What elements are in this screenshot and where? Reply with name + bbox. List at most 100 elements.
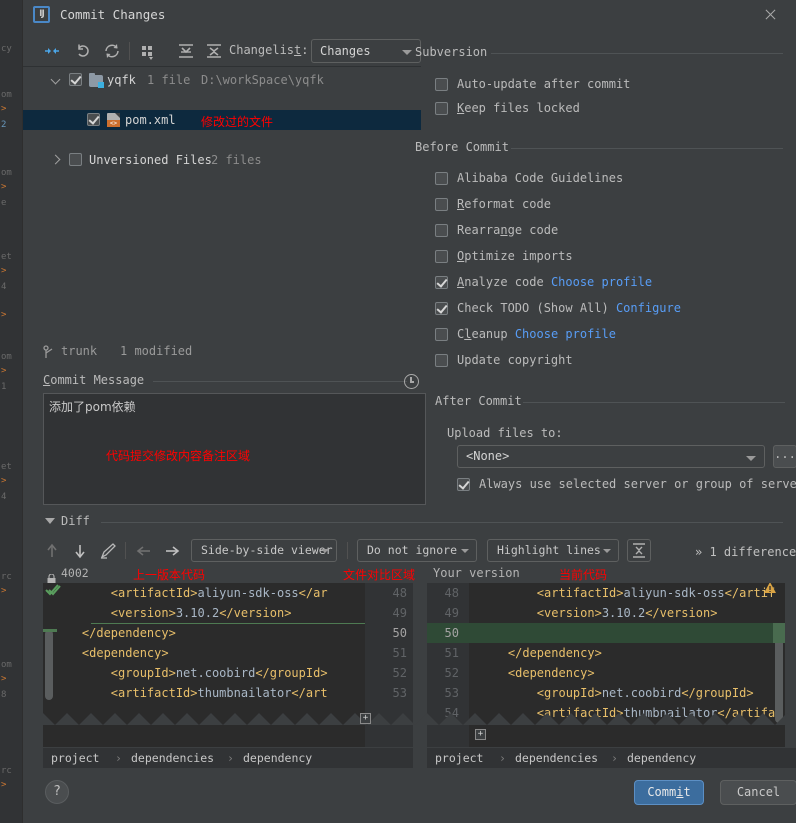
bg-code-fragment: > [1,780,7,790]
diff-collapse-triangle-icon[interactable] [45,518,55,524]
difference-chevron-icon: » [695,545,703,559]
code-line: </dependency> [53,626,176,640]
difference-count[interactable]: » 1 difference [695,545,796,559]
whitespace-mode-dropdown[interactable]: Do not ignore [357,539,477,562]
prev-difference-icon[interactable] [41,540,63,562]
breadcrumb-item[interactable]: dependencies [515,751,598,765]
breadcrumb-left[interactable]: project › dependencies › dependency [43,748,413,768]
chevron-right-icon[interactable] [50,154,62,166]
commit-message-history-icon[interactable] [404,374,419,389]
breadcrumb-item[interactable]: dependency [243,751,312,765]
right-pane-title: Your version [433,566,520,580]
chevron-down-icon[interactable] [50,74,62,86]
edit-icon[interactable] [97,540,119,562]
changes-tree[interactable]: yqfk 1 file D:\workSpace\yqfk pom.xml 修改… [23,66,421,337]
next-difference-icon[interactable] [69,540,91,562]
line-number: 53 [392,686,407,700]
checkbox-reformat-code[interactable] [435,198,448,211]
checkbox-rearrange-code[interactable] [435,224,448,237]
tree-meta-path: D:\workSpace\yqfk [201,73,324,87]
link-configure-todo[interactable]: Configure [616,301,681,315]
bg-code-fragment: om [1,660,12,670]
code-line: <artifactId>thumbnailator</art [53,686,328,700]
tree-row-changelist-root[interactable]: yqfk 1 file D:\workSpace\yqfk [23,70,421,90]
checkbox-optimize-imports[interactable] [435,250,448,263]
checkbox-check-todo[interactable] [435,302,448,315]
changelist-dropdown[interactable]: Changes [311,39,421,63]
checkbox-update-copyright[interactable] [435,354,448,367]
after-commit-section-label: After Commit [435,394,522,408]
browse-servers-button[interactable]: ... [773,445,796,468]
breadcrumb-item[interactable]: project [51,751,99,765]
diff-viewer: <artifactId>aliyun-sdk-oss</ar <version>… [43,583,796,767]
checkbox-analyze-code[interactable] [435,276,448,289]
highlight-mode-dropdown[interactable]: Highlight lines [487,539,619,562]
left-scrollbar-thumb[interactable] [45,630,53,700]
breadcrumb-right[interactable]: project › dependencies › dependency [427,748,796,768]
commit-changes-dialog: IJ Commit Changes Changelist: Changes yq… [22,0,796,823]
group-by-icon[interactable] [137,40,159,62]
branch-name: trunk [61,344,98,358]
tree-row-unversioned-files[interactable]: Unversioned Files 2 files [23,150,421,170]
label-auto-update: Auto-update after commit [457,77,631,91]
collapse-unchanged-icon[interactable] [627,539,651,562]
chevron-down-icon [746,456,756,461]
close-icon[interactable] [762,7,778,23]
code-line: <version>3.10.2</version> [53,606,292,620]
upload-server-dropdown[interactable]: <None> [457,445,765,468]
checkbox-pom-xml[interactable] [87,113,100,126]
expand-collapsed-region-button[interactable]: + [360,713,371,724]
collapse-all-icon[interactable] [203,40,225,62]
breadcrumb-separator-icon: › [115,751,122,765]
code-line: <dependency> [53,646,169,660]
label-reformat-code: Reformat code [457,197,551,211]
expand-collapsed-region-button-right[interactable]: + [475,729,486,740]
breadcrumb-item[interactable]: dependency [627,751,696,765]
checkbox-always-use-server[interactable] [457,478,470,491]
line-number: 49 [392,606,407,620]
toolbar-separator [129,42,130,60]
revert-icon[interactable] [73,40,95,62]
cancel-button[interactable]: Cancel [720,780,796,805]
show-diff-icon[interactable] [41,40,63,62]
checkbox-yqfk[interactable] [69,73,82,86]
breadcrumb-item[interactable]: dependencies [131,751,214,765]
annotation-previous-version: 上一版本代码 [133,568,206,582]
before-commit-section-label: Before Commit [415,140,509,154]
refresh-icon[interactable] [101,40,123,62]
bg-code-fragment: e [1,198,7,208]
bg-code-fragment: > [1,586,7,596]
checkbox-unversioned[interactable] [69,153,82,166]
bg-code-fragment: 2 [1,120,7,130]
checkbox-cleanup[interactable] [435,328,448,341]
checkbox-keep-files-locked[interactable] [435,102,448,115]
bg-code-fragment: rc [1,572,12,582]
accept-right-icon[interactable] [161,540,183,562]
diff-viewer-mode-value: Side-by-side viewer [201,543,333,557]
changelist-label: Changelist: [229,43,309,57]
bg-code-fragment: > [1,476,7,486]
diff-accepted-icon [45,583,61,602]
expand-all-icon[interactable] [175,40,197,62]
chevron-down-icon [461,549,469,553]
help-button[interactable]: ? [45,780,69,804]
commit-button[interactable]: Commit [634,780,704,805]
accept-left-icon[interactable] [133,540,155,562]
bg-code-fragment: > [1,182,7,192]
link-choose-profile-cleanup[interactable]: Choose profile [515,327,616,341]
chevron-down-icon [402,50,412,55]
checkbox-alibaba-guidelines[interactable] [435,172,448,185]
annotation-modified-file: 修改过的文件 [201,115,274,129]
lock-icon [47,569,56,584]
diff-viewer-mode-dropdown[interactable]: Side-by-side viewer [191,539,337,562]
dialog-title: Commit Changes [60,7,166,22]
tree-row-pom-xml[interactable]: pom.xml 修改过的文件 [23,110,421,130]
code-line: <dependency> [479,666,595,680]
checkbox-auto-update[interactable] [435,78,448,91]
link-choose-profile-analyze[interactable]: Choose profile [551,275,652,289]
tree-label-unversioned: Unversioned Files [89,153,212,167]
background-editor-strip: cy om > 2 om > e et > 4 > om > 1 et > 4 … [0,0,22,823]
breadcrumb-item[interactable]: project [435,751,483,765]
breadcrumb-separator-icon: › [227,751,234,765]
commit-message-input[interactable]: 添加了pom依赖 代码提交修改内容备注区域 [43,393,426,505]
